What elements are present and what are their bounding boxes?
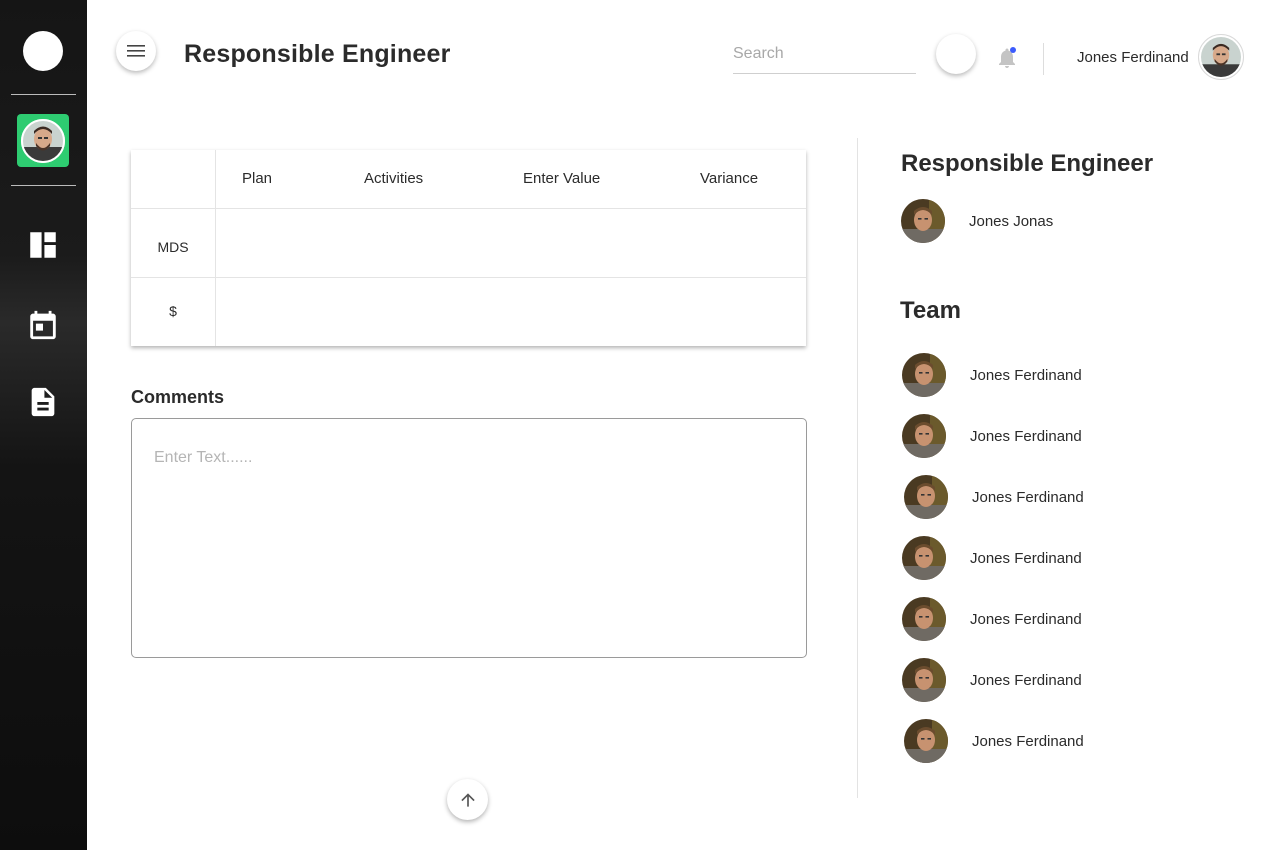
person-name: Jones Ferdinand: [970, 366, 1082, 384]
user-avatar[interactable]: [1198, 34, 1244, 80]
column-header-activities: Activities: [364, 170, 424, 187]
responsible-engineer-item[interactable]: Jones Jonas: [901, 198, 1053, 244]
comments-label: Comments: [131, 387, 225, 407]
avatar: [901, 199, 945, 243]
avatar: [902, 414, 946, 458]
avatar: [902, 536, 946, 580]
notification-dot: [1010, 47, 1016, 53]
sidebar-divider: [11, 185, 76, 186]
action-button[interactable]: [936, 34, 976, 74]
team-member-item[interactable]: Jones Ferdinand: [902, 657, 1082, 703]
column-header-plan: Plan: [242, 170, 273, 187]
person-name: Jones Ferdinand: [970, 427, 1082, 445]
table-divider: [215, 150, 216, 346]
team-member-item[interactable]: Jones Ferdinand: [902, 535, 1082, 581]
avatar: [902, 658, 946, 702]
notification-bell-icon[interactable]: [995, 46, 1019, 70]
hamburger-icon: [127, 45, 145, 57]
comments-textarea[interactable]: [131, 418, 807, 658]
panel-divider: [857, 138, 858, 798]
sidebar-avatar[interactable]: [17, 114, 69, 167]
calendar-icon[interactable]: [26, 308, 60, 342]
logo[interactable]: [23, 31, 63, 71]
person-name: Jones Ferdinand: [970, 549, 1082, 567]
team-member-item[interactable]: Jones Ferdinand: [904, 718, 1084, 764]
responsible-engineer-title: Responsible Engineer: [901, 150, 1154, 177]
team-member-item[interactable]: Jones Ferdinand: [904, 474, 1084, 520]
menu-button[interactable]: [116, 31, 156, 71]
team-title: Team: [900, 297, 961, 324]
row-header-dollar: $: [169, 303, 177, 319]
avatar-image: [21, 118, 65, 163]
scroll-to-top-button[interactable]: [447, 779, 488, 820]
avatar: [904, 719, 948, 763]
column-header-enter-value: Enter Value: [523, 170, 601, 187]
person-name: Jones Ferdinand: [970, 610, 1082, 628]
plan-table: Plan Activities Enter Value Variance MDS…: [131, 150, 806, 346]
team-member-item[interactable]: Jones Ferdinand: [902, 352, 1082, 398]
header-divider: [1043, 43, 1044, 75]
avatar: [904, 475, 948, 519]
table-divider: [131, 277, 806, 278]
sidebar: [0, 0, 87, 850]
person-name: Jones Ferdinand: [972, 732, 1084, 750]
person-name: Jones Ferdinand: [970, 671, 1082, 689]
table-divider: [131, 208, 806, 209]
search-input[interactable]: [733, 40, 916, 74]
avatar: [902, 353, 946, 397]
sidebar-divider: [11, 94, 76, 95]
person-name: Jones Jonas: [969, 212, 1054, 230]
avatar-image: [1201, 37, 1241, 77]
dashboard-icon[interactable]: [26, 228, 60, 262]
document-icon[interactable]: [26, 385, 60, 419]
column-header-variance: Variance: [700, 170, 759, 187]
user-name[interactable]: Jones Ferdinand: [1077, 49, 1189, 66]
page-title: Responsible Engineer: [184, 40, 451, 68]
arrow-up-icon: [460, 792, 475, 807]
person-name: Jones Ferdinand: [972, 488, 1084, 506]
avatar: [902, 597, 946, 641]
team-member-item[interactable]: Jones Ferdinand: [902, 596, 1082, 642]
team-member-item[interactable]: Jones Ferdinand: [902, 413, 1082, 459]
row-header-mds: MDS: [157, 239, 189, 255]
